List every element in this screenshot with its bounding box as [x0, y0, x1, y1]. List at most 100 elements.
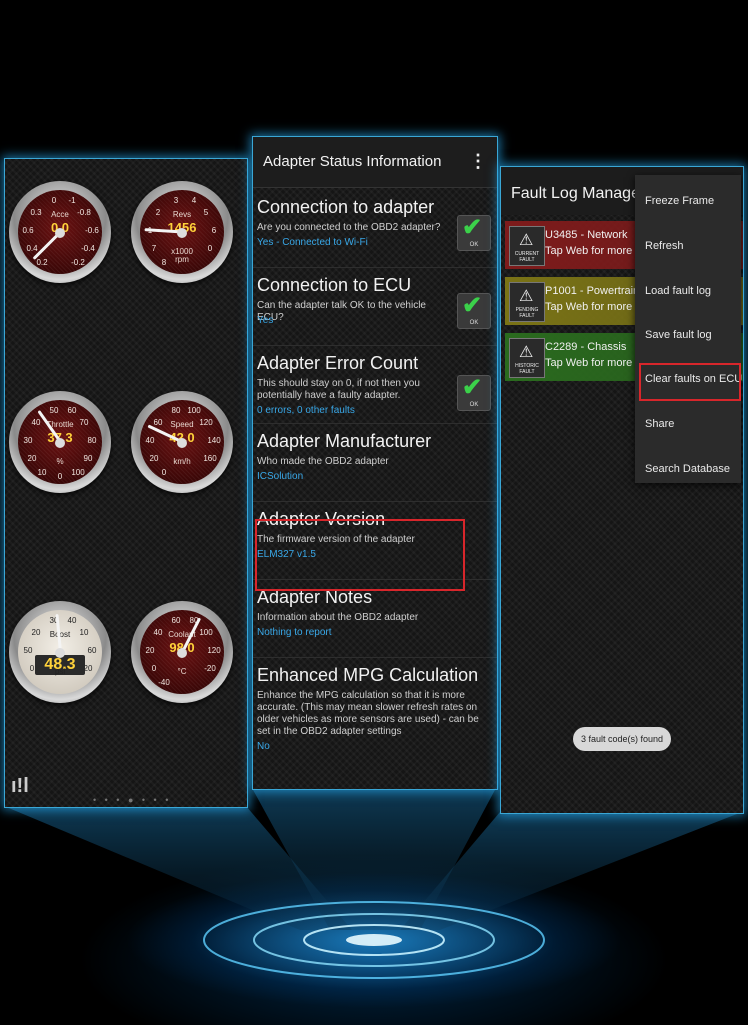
- gauge-face: 5060407030802090101000Throttle37.3%: [18, 400, 102, 484]
- gauge-tick-label: 100: [187, 406, 201, 415]
- gauge-tick-label: 60: [87, 646, 97, 655]
- warning-icon: ⚠: [519, 232, 534, 249]
- revs-gauge[interactable]: 342516708Revs1456x1000 rpm: [131, 181, 233, 283]
- page-indicator: • • • ● • • •: [93, 795, 172, 805]
- gauge-tick-label: 0: [51, 196, 57, 205]
- gauge-hub: [55, 228, 65, 238]
- gauge-tick-label: 60: [67, 406, 77, 415]
- status-item-description: Who made the OBD2 adapter: [257, 456, 389, 467]
- equalizer-icon[interactable]: ı!l: [11, 775, 29, 798]
- options-menu: Freeze Frame Refresh Load fault log Save…: [635, 175, 742, 483]
- status-item-description: Enhance the MPG calculation so that it i…: [257, 690, 479, 737]
- status-item-title: Connection to adapter: [257, 197, 435, 217]
- fault-badge-label: HISTORIC FAULT: [515, 363, 539, 375]
- fault-code: C2289 - Chassis: [545, 341, 627, 353]
- page-title: Adapter Status Information: [263, 153, 442, 170]
- gauge-face: 608040100201200-20-40Coolant98.0°C: [140, 610, 224, 694]
- gauge-label: Revs: [172, 210, 192, 219]
- fault-code: P1001 - Powertrain: [545, 285, 640, 297]
- fault-badge-label: PENDING FAULT: [515, 307, 539, 319]
- boost-gauge[interactable]: 304020105060020Boost48.3psi: [9, 601, 111, 703]
- menu-item-share[interactable]: Share: [645, 418, 674, 430]
- gauge-tick-label: 0: [161, 468, 167, 477]
- ok-check-icon: ✔ OK: [457, 214, 491, 251]
- gauge-tick-label: 0: [57, 472, 63, 481]
- status-item-description: Information about the OBD2 adapter: [257, 612, 419, 623]
- gauges-dashboard-panel: 0-10.3-0.80.6-0.60.4-0.40.2-0.2Acce0.0 3…: [4, 158, 248, 808]
- fault-badge: ⚠ PENDING FAULT: [509, 282, 545, 322]
- status-item-description: Are you connected to the OBD2 adapter?: [257, 222, 441, 233]
- status-item-title: Adapter Error Count: [257, 353, 419, 373]
- status-item[interactable]: Connection to ECU Can the adapter talk OK…: [253, 267, 497, 346]
- gauge-tick-label: -40: [158, 678, 170, 687]
- gauge-label: Acce: [51, 210, 69, 219]
- speed-gauge[interactable]: 801006012040140201600Speed42.0km/h: [131, 391, 233, 493]
- gauge-hub: [177, 228, 187, 238]
- faults-found-toast: 3 fault code(s) found: [573, 727, 671, 751]
- menu-item-freeze-frame[interactable]: Freeze Frame: [645, 195, 714, 207]
- acceleration-gauge[interactable]: 0-10.3-0.80.6-0.60.4-0.40.2-0.2Acce0.0: [9, 181, 111, 283]
- gauge-face: 304020105060020Boost48.3psi: [18, 610, 102, 694]
- gauge-tick-label: 30: [49, 616, 59, 625]
- gauge-unit: km/h: [173, 457, 191, 466]
- checkmark-icon: ✔: [462, 374, 483, 401]
- ok-check-icon: ✔ OK: [457, 374, 491, 411]
- status-item[interactable]: Connection to adapter Are you connected t…: [253, 189, 497, 268]
- warning-icon: ⚠: [519, 344, 534, 361]
- status-item[interactable]: Adapter Manufacturer Who made the OBD2 ad…: [253, 423, 497, 502]
- gauge-unit: °C: [177, 667, 187, 676]
- gauge-face: 801006012040140201600Speed42.0km/h: [140, 400, 224, 484]
- gauge-hub: [177, 438, 187, 448]
- fault-badge-label: CURRENT FAULT: [514, 251, 540, 263]
- checkmark-icon: ✔: [462, 292, 483, 319]
- kebab-icon[interactable]: ⋮: [469, 151, 487, 172]
- gauge-label: Throttle: [46, 420, 74, 429]
- fault-badge: ⚠ HISTORIC FAULT: [509, 338, 545, 378]
- gauge-tick-label: 3: [173, 196, 179, 205]
- gauge-tick-label: 100: [71, 468, 85, 477]
- menu-item-save-fault-log[interactable]: Save fault log: [645, 329, 712, 341]
- gauge-unit: psi: [54, 667, 66, 676]
- status-item-title: Connection to ECU: [257, 275, 412, 295]
- ok-label: OK: [469, 402, 479, 408]
- throttle-gauge[interactable]: 5060407030802090101000Throttle37.3%: [9, 391, 111, 493]
- gauge-tick-label: 10: [37, 468, 47, 477]
- adapter-status-panel: Adapter Status Information ⋮ Connection …: [252, 136, 498, 790]
- status-item-title: Adapter Manufacturer: [257, 431, 432, 451]
- page-title: Fault Log Manager: [511, 185, 646, 202]
- status-item-value: ICSolution: [257, 471, 304, 482]
- gauge-tick-label: 60: [171, 616, 181, 625]
- menu-item-search-database[interactable]: Search Database: [645, 463, 730, 475]
- gauge-face: 0-10.3-0.80.6-0.60.4-0.40.2-0.2Acce0.0: [18, 190, 102, 274]
- adapter-version-highlight: [255, 519, 465, 591]
- status-item-value: 0 errors, 0 other faults: [257, 405, 355, 416]
- clear-faults-highlight: [639, 363, 741, 401]
- gauge-face: 342516708Revs1456x1000 rpm: [140, 190, 224, 274]
- gauge-unit: x1000 rpm: [171, 247, 193, 264]
- ok-check-icon: ✔ OK: [457, 292, 491, 329]
- status-item-value: No: [257, 741, 270, 752]
- ok-label: OK: [469, 242, 479, 248]
- gauge-unit: %: [56, 457, 64, 466]
- gauge-tick-label: -0.4: [81, 244, 95, 253]
- warning-icon: ⚠: [519, 288, 534, 305]
- status-item-value: Yes: [257, 315, 274, 326]
- gauge-tick-label: 50: [49, 406, 59, 415]
- status-item[interactable]: Adapter Error Count This should stay on 0…: [253, 345, 497, 424]
- gauge-tick-label: -0.2: [71, 258, 85, 267]
- gauge-tick-label: 40: [67, 616, 77, 625]
- menu-item-refresh[interactable]: Refresh: [645, 240, 684, 252]
- status-item-value: Nothing to report: [257, 627, 332, 638]
- gauge-tick-label: -1: [68, 196, 76, 205]
- coolant-gauge[interactable]: 608040100201200-20-40Coolant98.0°C: [131, 601, 233, 703]
- fault-code: U3485 - Network: [545, 229, 628, 241]
- status-item-description: This should stay on 0, if not then you p…: [257, 378, 420, 401]
- ok-label: OK: [469, 320, 479, 326]
- status-item[interactable]: Enhanced MPG Calculation Enhance the MPG …: [253, 657, 497, 789]
- gauge-tick-label: 50: [23, 646, 33, 655]
- status-item-value: Yes - Connected to Wi-Fi: [257, 237, 368, 248]
- gauge-hub: [177, 648, 187, 658]
- checkmark-icon: ✔: [462, 214, 483, 241]
- gauge-tick-label: 4: [191, 196, 197, 205]
- menu-item-load-fault-log[interactable]: Load fault log: [645, 285, 711, 297]
